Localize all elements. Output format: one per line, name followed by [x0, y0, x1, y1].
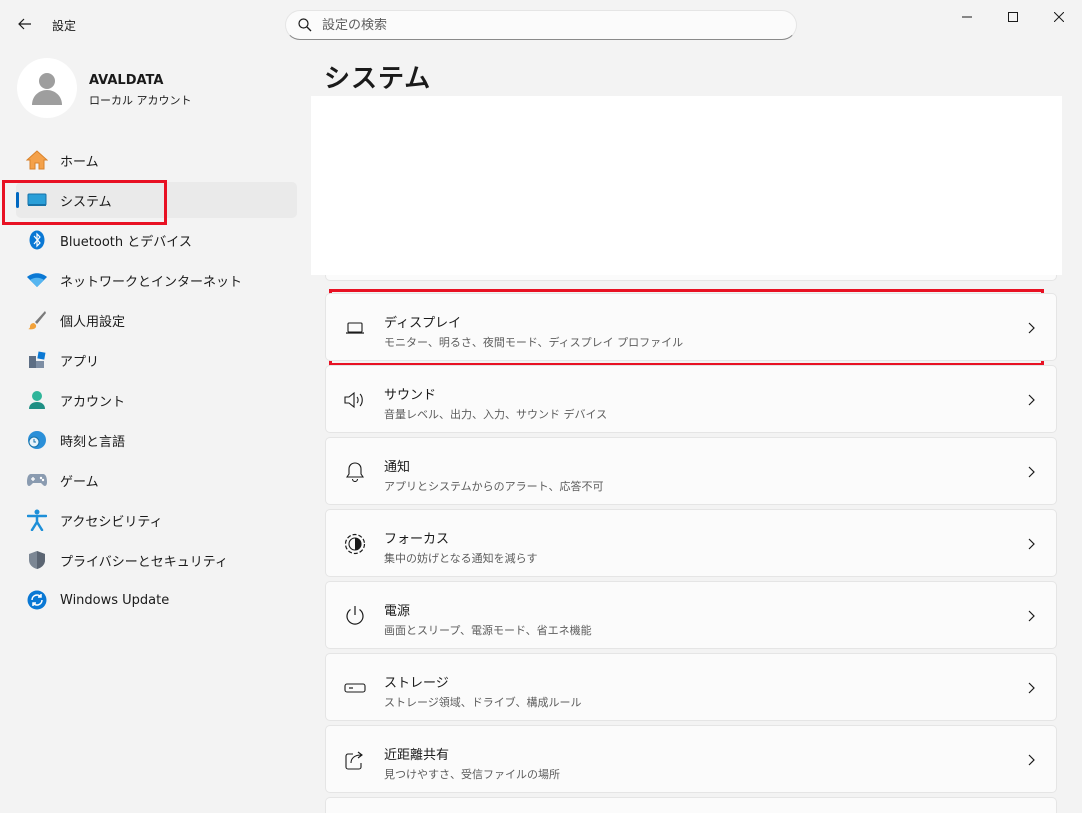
close-button[interactable]: [1036, 0, 1082, 34]
device-info-panel-edge: [325, 275, 1057, 281]
card-title: 近距離共有: [384, 748, 450, 763]
sidebar-item-accounts[interactable]: アカウント: [16, 382, 297, 418]
sidebar-item-label: アクセシビリティ: [60, 514, 163, 530]
monitor-icon: [26, 189, 48, 211]
sidebar-item-time-language[interactable]: 時刻と言語: [16, 422, 297, 458]
active-indicator: [16, 192, 19, 208]
card-title: ディスプレイ: [384, 316, 462, 331]
title-bar: 設定: [0, 0, 1082, 48]
sidebar-item-gaming[interactable]: ゲーム: [16, 462, 297, 498]
chevron-right-icon: [1028, 754, 1035, 766]
maximize-icon: [1008, 12, 1018, 22]
bell-icon: [344, 461, 366, 483]
arrow-left-icon: [18, 18, 31, 30]
sidebar-item-windows-update[interactable]: Windows Update: [16, 582, 297, 618]
settings-card-power[interactable]: 電源 画面とスリープ、電源モード、省エネ機能: [325, 581, 1057, 649]
sidebar-nav: ホーム システム Bluetooth とデバイス ネットワークとインターネット …: [16, 142, 297, 622]
settings-card-nearby-sharing[interactable]: 近距離共有 見つけやすさ、受信ファイルの場所: [325, 725, 1057, 793]
share-icon: [344, 749, 366, 771]
focus-icon: [344, 533, 366, 555]
close-icon: [1054, 12, 1064, 22]
minimize-button[interactable]: [944, 0, 990, 34]
update-icon: [26, 589, 48, 611]
app-title: 設定: [52, 19, 77, 33]
home-icon: [26, 149, 48, 171]
wifi-icon: [26, 269, 48, 291]
speaker-icon: [344, 389, 366, 411]
settings-card-storage[interactable]: ストレージ ストレージ領域、ドライブ、構成ルール: [325, 653, 1057, 721]
chevron-right-icon: [1028, 322, 1035, 334]
gamepad-icon: [26, 469, 48, 491]
minimize-icon: [962, 16, 972, 18]
clock-globe-icon: [26, 429, 48, 451]
sidebar-item-label: ネットワークとインターネット: [60, 274, 243, 290]
card-title: 電源: [384, 604, 411, 619]
account-type: ローカル アカウント: [89, 94, 192, 107]
device-info-panel: [311, 96, 1062, 275]
chevron-right-icon: [1028, 466, 1035, 478]
sidebar-item-label: アカウント: [60, 394, 126, 410]
settings-card-display[interactable]: ディスプレイ モニター、明るさ、夜間モード、ディスプレイ プロファイル: [325, 293, 1057, 361]
card-subtitle: ストレージ領域、ドライブ、構成ルール: [384, 696, 582, 709]
card-title: ストレージ: [384, 676, 449, 691]
sidebar-item-label: ゲーム: [60, 474, 99, 490]
settings-card-sound[interactable]: サウンド 音量レベル、出力、入力、サウンド デバイス: [325, 365, 1057, 433]
maximize-button[interactable]: [990, 0, 1036, 34]
chevron-right-icon: [1028, 682, 1035, 694]
sidebar-item-system[interactable]: システム: [16, 182, 297, 218]
power-icon: [344, 605, 366, 627]
sidebar-item-privacy[interactable]: プライバシーとセキュリティ: [16, 542, 297, 578]
settings-card-notifications[interactable]: 通知 アプリとシステムからのアラート、応答不可: [325, 437, 1057, 505]
page-title: システム: [324, 64, 432, 94]
accessibility-icon: [26, 509, 48, 531]
card-subtitle: 見つけやすさ、受信ファイルの場所: [384, 768, 560, 781]
storage-icon: [344, 677, 366, 699]
card-subtitle: モニター、明るさ、夜間モード、ディスプレイ プロファイル: [384, 336, 684, 349]
sidebar-item-label: システム: [60, 194, 112, 210]
card-title: 通知: [384, 460, 411, 475]
shield-icon: [26, 549, 48, 571]
user-icon: [32, 73, 62, 105]
sidebar-item-label: ホーム: [60, 154, 99, 170]
sidebar-item-personalization[interactable]: 個人用設定: [16, 302, 297, 338]
avatar[interactable]: [17, 58, 77, 118]
sidebar-item-bluetooth[interactable]: Bluetooth とデバイス: [16, 222, 297, 258]
brush-icon: [26, 309, 48, 331]
search-input[interactable]: [322, 17, 762, 33]
card-subtitle: 音量レベル、出力、入力、サウンド デバイス: [384, 408, 608, 421]
search-box[interactable]: [285, 10, 797, 40]
card-title: サウンド: [384, 388, 437, 403]
laptop-icon: [344, 317, 366, 339]
sidebar-item-apps[interactable]: アプリ: [16, 342, 297, 378]
chevron-right-icon: [1028, 610, 1035, 622]
card-subtitle: アプリとシステムからのアラート、応答不可: [384, 480, 604, 493]
user-name: AVALDATA: [89, 73, 164, 88]
sidebar-item-label: Windows Update: [60, 592, 170, 608]
back-button[interactable]: [12, 11, 38, 37]
chevron-right-icon: [1028, 538, 1035, 550]
sidebar-item-label: Bluetooth とデバイス: [60, 234, 192, 250]
sidebar-item-accessibility[interactable]: アクセシビリティ: [16, 502, 297, 538]
account-icon: [26, 389, 48, 411]
search-icon: [298, 18, 312, 32]
card-subtitle: 画面とスリープ、電源モード、省エネ機能: [384, 624, 592, 637]
bluetooth-icon: [26, 229, 48, 251]
settings-list: ディスプレイ モニター、明るさ、夜間モード、ディスプレイ プロファイル サウンド…: [325, 293, 1057, 813]
card-title: フォーカス: [384, 532, 450, 547]
sidebar-item-home[interactable]: ホーム: [16, 142, 297, 178]
chevron-right-icon: [1028, 394, 1035, 406]
sidebar-item-label: 時刻と言語: [60, 434, 126, 450]
sidebar-item-label: 個人用設定: [60, 314, 126, 330]
settings-card-partial[interactable]: [325, 797, 1057, 813]
sidebar-item-label: アプリ: [60, 354, 100, 370]
sidebar-item-network[interactable]: ネットワークとインターネット: [16, 262, 297, 298]
apps-icon: [26, 349, 48, 371]
settings-card-focus[interactable]: フォーカス 集中の妨げとなる通知を減らす: [325, 509, 1057, 577]
card-subtitle: 集中の妨げとなる通知を減らす: [384, 552, 538, 565]
sidebar-item-label: プライバシーとセキュリティ: [60, 554, 228, 570]
